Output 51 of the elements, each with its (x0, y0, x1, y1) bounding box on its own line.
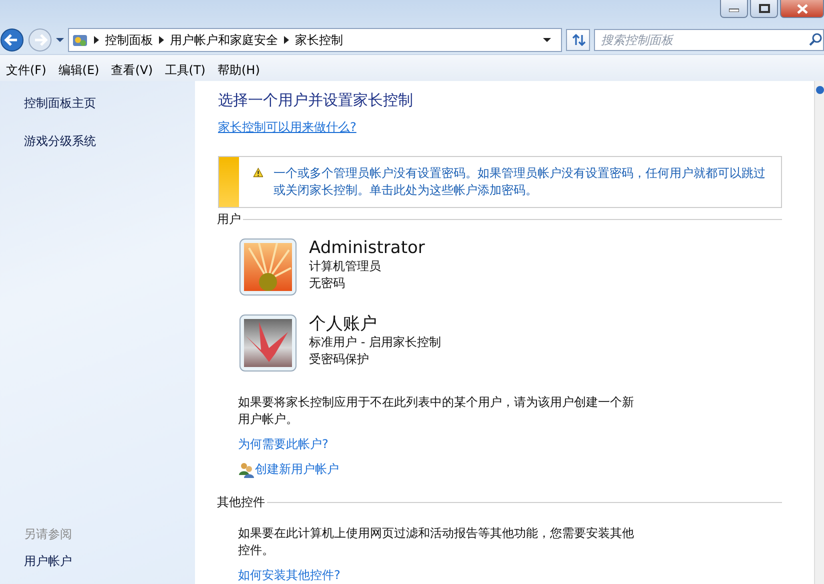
menu-item[interactable]: 帮助(H) (212, 62, 266, 78)
close-icon (796, 4, 808, 14)
control-panel-icon (72, 32, 88, 48)
menu-item[interactable]: 文件(F) (0, 62, 52, 78)
info-text: 如果要在此计算机上使用网页过滤和活动报告等其他功能，您需要安装其他控件。 (238, 525, 635, 559)
menu-item[interactable]: 编辑(E) (52, 62, 106, 78)
section-heading: 用户 (217, 211, 241, 228)
search-field[interactable]: 搜索控制面板 (594, 29, 824, 51)
refresh-button[interactable] (566, 29, 590, 51)
menu-item[interactable]: 查看(V) (105, 62, 159, 78)
sidebar-link[interactable]: 用户帐户 (24, 553, 72, 570)
help-link[interactable]: 家长控制可以用来做什么? (218, 119, 356, 136)
info-text: 如果要将家长控制应用于不在此列表中的某个用户，请为该用户创建一个新用户帐户。 (238, 394, 635, 428)
page-title: 选择一个用户并设置家长控制 (218, 91, 413, 110)
chevron-icon (284, 36, 289, 44)
maximize-button[interactable] (750, 0, 778, 18)
warning-text[interactable]: 一个或多个管理员帐户没有设置密码。如果管理员帐户没有设置密码，任何用户就都可以跳过或关闭家长控制。单击此处为这些帐户添加密码。 (273, 165, 767, 199)
create-account-link[interactable]: 创建新用户帐户 (255, 461, 339, 478)
minimize-icon (729, 6, 739, 12)
refresh-icon (570, 34, 586, 46)
breadcrumb-item[interactable]: 控制面板 (105, 32, 153, 48)
dropdown-icon[interactable] (56, 38, 64, 42)
chevron-icon (94, 36, 99, 44)
close-button[interactable] (780, 0, 824, 18)
section-heading: 其他控件 (217, 494, 265, 511)
user-detail: 计算机管理员 (309, 258, 381, 275)
warning-banner[interactable]: 一个或多个管理员帐户没有设置密码。如果管理员帐户没有设置密码，任何用户就都可以跳过或关闭家长控制。单击此处为这些帐户添加密码。 (218, 156, 782, 208)
search-icon (809, 33, 822, 46)
breadcrumb-item[interactable]: 用户帐户和家庭安全 (170, 32, 278, 48)
chevron-icon (159, 36, 164, 44)
users-icon (238, 462, 254, 478)
warning-icon (253, 165, 264, 180)
back-button[interactable] (0, 28, 24, 52)
user-picture (239, 238, 297, 296)
user-name: 个人账户 (309, 314, 377, 334)
sidebar-link[interactable]: 游戏分级系统 (24, 133, 96, 150)
menu-item[interactable]: 工具(T) (158, 62, 212, 78)
user-detail: 受密码保护 (309, 351, 369, 368)
user-name: Administrator (309, 238, 425, 258)
user-picture (239, 314, 297, 372)
install-link[interactable]: 如何安装其他控件? (238, 567, 340, 584)
minimize-button[interactable] (720, 0, 748, 18)
dropdown-icon[interactable] (543, 38, 551, 42)
address-bar[interactable]: 控制面板 用户帐户和家庭安全 家长控制 (68, 28, 562, 52)
user-detail: 无密码 (309, 275, 345, 292)
maximize-icon (758, 4, 770, 13)
see-also-heading: 另请参阅 (24, 526, 73, 543)
account-link[interactable]: 为何需要此帐户? (238, 436, 328, 453)
sidebar-link[interactable]: 控制面板主页 (24, 95, 96, 112)
breadcrumb-item[interactable]: 家长控制 (295, 32, 343, 48)
user-detail: 标准用户 - 启用家长控制 (309, 334, 441, 351)
